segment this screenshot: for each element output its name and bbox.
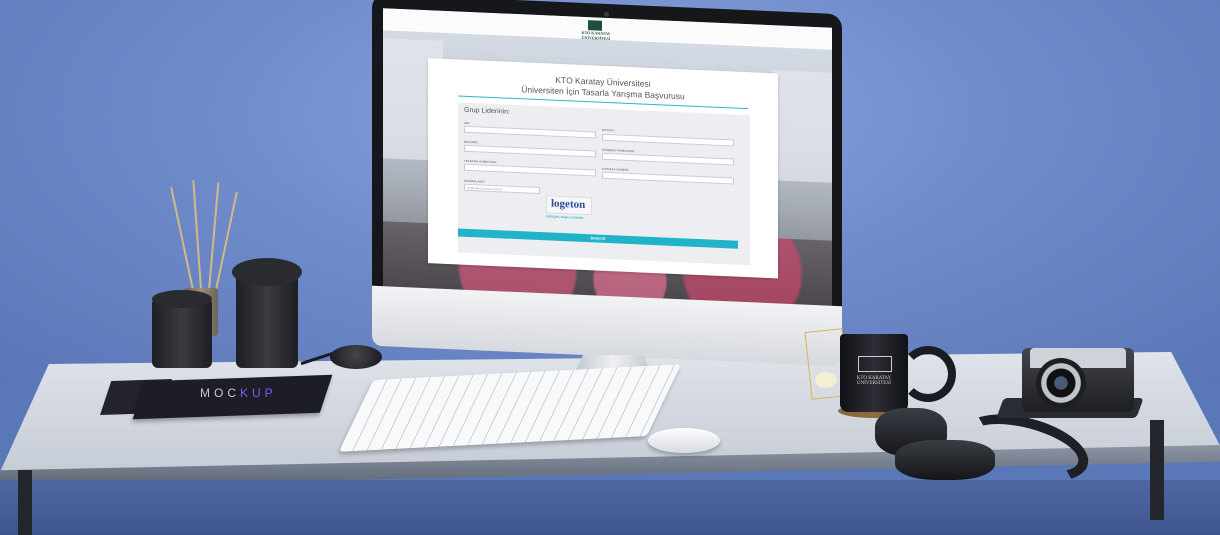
lamp-glow [815, 372, 837, 388]
submit-button[interactable]: BAŞVUR [458, 228, 738, 249]
bolum-input[interactable] [464, 144, 596, 158]
webcam-dot [604, 12, 609, 17]
monitor-screen: KTO KARATAY ÜNİVERSİTESİ KTO Karatay Üni… [383, 8, 832, 311]
captcha-text: logeton [551, 197, 586, 212]
form-box: Grup Liderinin: ADI: SOYADI: BÖLÜMÜ: ÖĞR… [458, 102, 750, 266]
bolum-label: BÖLÜMÜ: [464, 139, 479, 145]
dogrulama-placeholder: Doğrulama Kodunu Giriniz [467, 185, 503, 192]
camera-lens [1036, 358, 1086, 408]
lens-cap [152, 290, 212, 308]
university-logo-icon [588, 20, 602, 31]
ad-label: ADI: [464, 120, 471, 126]
eposta-input[interactable] [602, 171, 734, 185]
desk-leg-left [18, 470, 32, 535]
floor [0, 480, 1220, 535]
dogrulama-input[interactable]: Doğrulama Kodunu Giriniz [464, 183, 540, 195]
mouse [648, 428, 720, 453]
captcha-refresh-link[interactable]: DEĞİŞTİR, BAŞKA GÖSTER [546, 214, 583, 220]
book-title: MOCKUP [200, 386, 277, 400]
mug [840, 334, 908, 412]
application-card: KTO Karatay Üniversitesi Üniversiten İçi… [428, 58, 778, 279]
university-logo-text: KTO KARATAY ÜNİVERSİTESİ [581, 29, 611, 42]
mug-handle [900, 346, 956, 402]
mug-text: KTO KARATAY ÜNİVERSİTESİ [856, 376, 892, 386]
desk-leg-right [1150, 420, 1164, 520]
building-right [773, 70, 832, 183]
mug-logo-icon [858, 356, 892, 372]
soyad-label: SOYADI: [602, 127, 615, 133]
soyad-input[interactable] [602, 133, 734, 147]
speaker [330, 345, 382, 369]
ogrenci-no-input[interactable] [602, 152, 734, 166]
captcha-image: logeton [546, 195, 592, 216]
lens-hood [232, 258, 302, 286]
camera-lens-small [152, 298, 212, 368]
group-title: Grup Liderinin: [464, 106, 510, 116]
headphones-earcup [895, 440, 995, 480]
ad-input[interactable] [464, 125, 596, 139]
telefon-input[interactable] [464, 163, 596, 177]
